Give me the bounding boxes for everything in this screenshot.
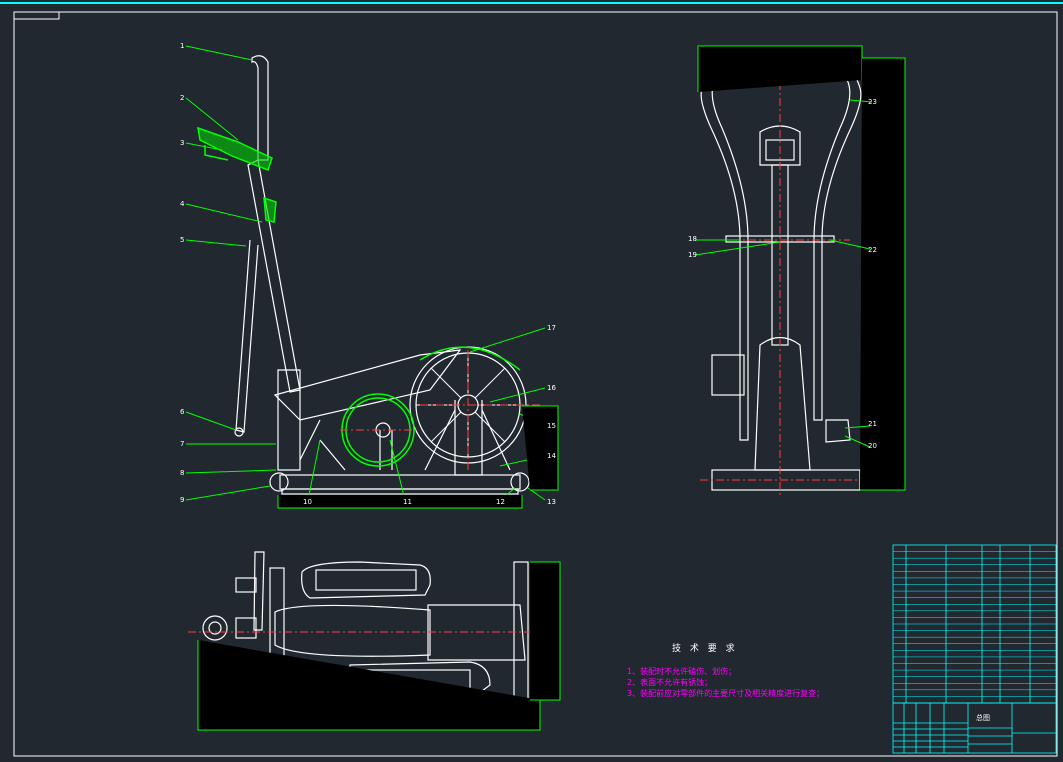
title-block	[892, 702, 1057, 754]
top-dimensions	[197, 561, 561, 731]
tech-requirement-item: 2、表面不允许有锈蚀；	[627, 678, 713, 687]
balloon-14: 14	[547, 452, 556, 460]
balloon-17: 17	[547, 324, 556, 332]
parts-list-rows	[893, 551, 1056, 697]
side-centerlines	[340, 350, 540, 470]
balloon-10: 10	[303, 498, 312, 506]
corner-tab	[13, 11, 60, 20]
balloon-4: 4	[180, 200, 185, 208]
balloon-12: 12	[496, 498, 505, 506]
balloon-23: 23	[868, 98, 877, 106]
balloon-19: 19	[688, 251, 697, 259]
front-balloon-labels: 23 18 19 22 21 20	[688, 98, 877, 450]
balloon-13: 13	[547, 498, 556, 506]
balloon-6: 6	[180, 408, 185, 416]
balloon-21: 21	[868, 420, 877, 428]
balloon-2: 2	[180, 94, 184, 102]
side-view	[234, 55, 530, 495]
balloon-18: 18	[688, 235, 697, 243]
balloon-22: 22	[868, 246, 877, 254]
tech-requirements-title: 技 术 要 求	[672, 644, 738, 654]
tech-requirement-item: 1、装配时不允许磕伤、划伤；	[627, 667, 737, 676]
balloon-11: 11	[403, 498, 412, 506]
balloon-8: 8	[180, 469, 184, 477]
cad-drawing-canvas: 1 2 3 4 5 6 7 8 9 10 11 17 16 15 14 12 1…	[0, 2, 1063, 757]
top-frame-line	[0, 2, 1063, 4]
balloon-7: 7	[180, 440, 184, 448]
balloon-3: 3	[180, 139, 184, 147]
balloon-1: 1	[180, 42, 184, 50]
title-block-drawing-name: 总图	[976, 713, 990, 722]
balloon-16: 16	[547, 384, 556, 392]
balloon-9: 9	[180, 496, 184, 504]
tech-requirement-item: 3、装配前应对零部件的主要尺寸及相关精度进行复查；	[627, 689, 825, 698]
front-view	[700, 57, 862, 491]
balloon-5: 5	[180, 236, 184, 244]
balloon-15: 15	[547, 422, 556, 430]
balloon-20: 20	[868, 442, 877, 450]
